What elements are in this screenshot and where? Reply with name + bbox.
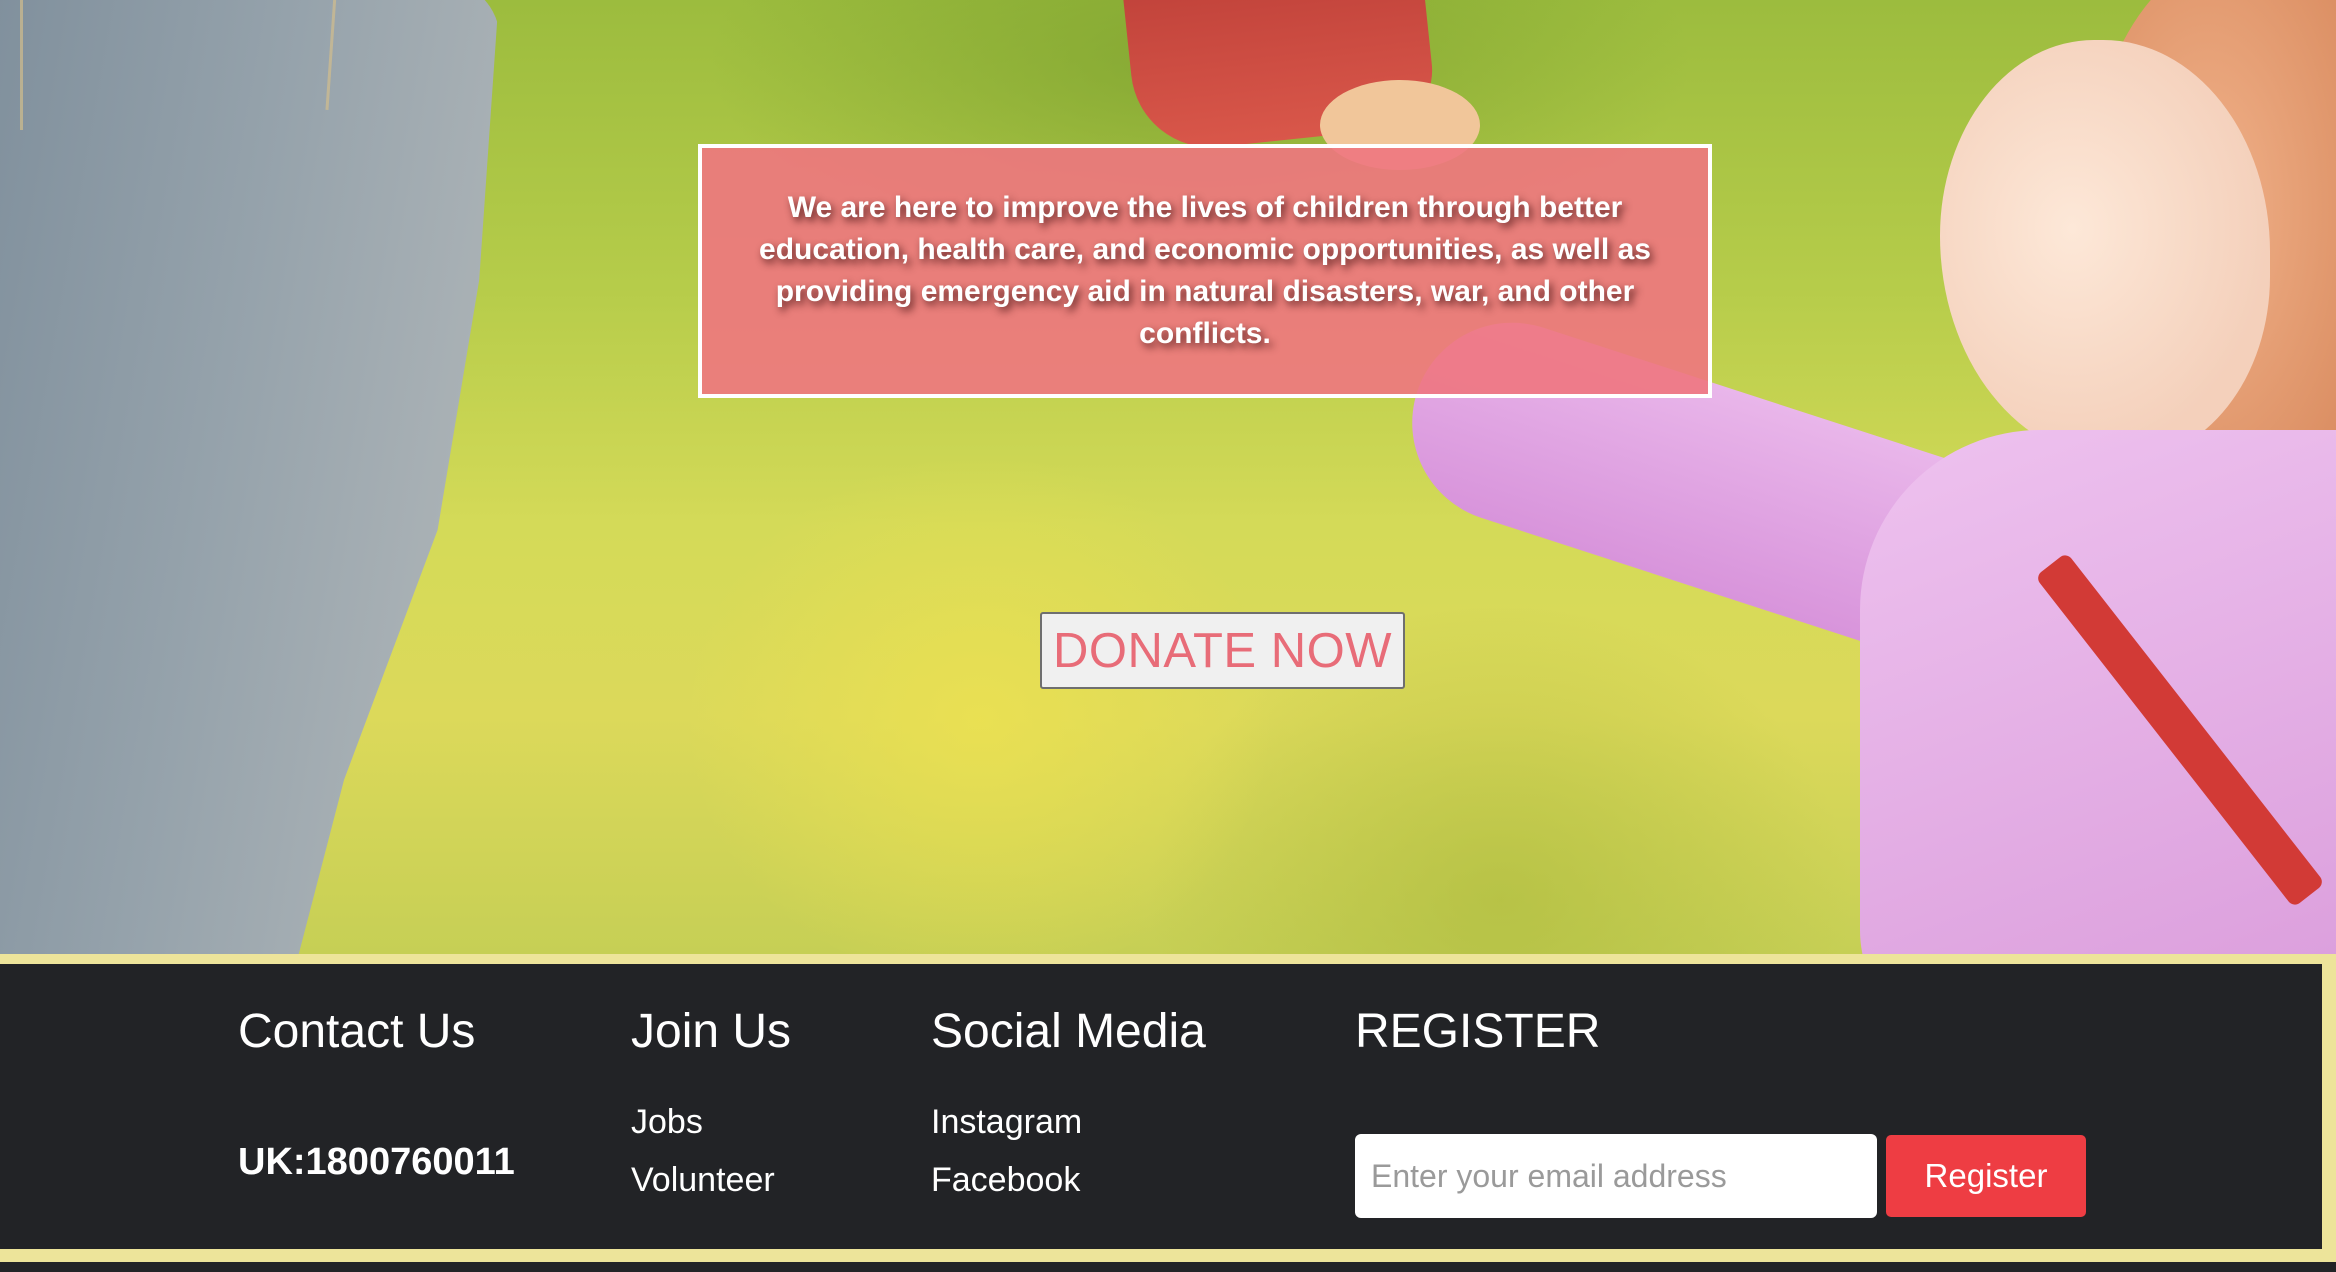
contact-us-heading: Contact Us bbox=[238, 1005, 476, 1058]
hero-photo-child-face bbox=[1940, 40, 2270, 460]
footer-bottom-strip bbox=[0, 1262, 2336, 1272]
footer-link-jobs[interactable]: Jobs bbox=[631, 1103, 775, 1142]
hero-photo-child-body bbox=[1860, 430, 2336, 954]
footer-link-facebook[interactable]: Facebook bbox=[931, 1161, 1082, 1200]
register-heading: REGISTER bbox=[1355, 1005, 1601, 1058]
contact-phone: UK:1800760011 bbox=[238, 1141, 515, 1184]
donate-now-button[interactable]: DONATE NOW bbox=[1040, 612, 1405, 689]
mission-statement-text: We are here to improve the lives of chil… bbox=[759, 191, 1651, 350]
footer-social-column: Social Media bbox=[931, 1004, 1206, 1059]
footer-join-column: Join Us bbox=[631, 1004, 791, 1059]
footer-contact-column: Contact Us bbox=[238, 1004, 475, 1059]
register-email-input[interactable] bbox=[1355, 1134, 1877, 1218]
register-button[interactable]: Register bbox=[1886, 1135, 2086, 1217]
footer-register-column: REGISTER bbox=[1355, 1004, 1600, 1059]
join-us-heading: Join Us bbox=[631, 1005, 792, 1058]
social-links: Instagram Facebook bbox=[931, 1103, 1082, 1200]
footer-link-instagram[interactable]: Instagram bbox=[931, 1103, 1082, 1142]
hero-section: We are here to improve the lives of chil… bbox=[0, 0, 2336, 954]
contact-phone-number: UK:1800760011 bbox=[238, 1141, 515, 1183]
hero-photo-jeans bbox=[0, 0, 500, 954]
join-links: Jobs Volunteer bbox=[631, 1103, 775, 1200]
social-media-heading: Social Media bbox=[931, 1005, 1206, 1058]
mission-statement-box: We are here to improve the lives of chil… bbox=[698, 144, 1712, 398]
footer-link-volunteer[interactable]: Volunteer bbox=[631, 1161, 775, 1200]
